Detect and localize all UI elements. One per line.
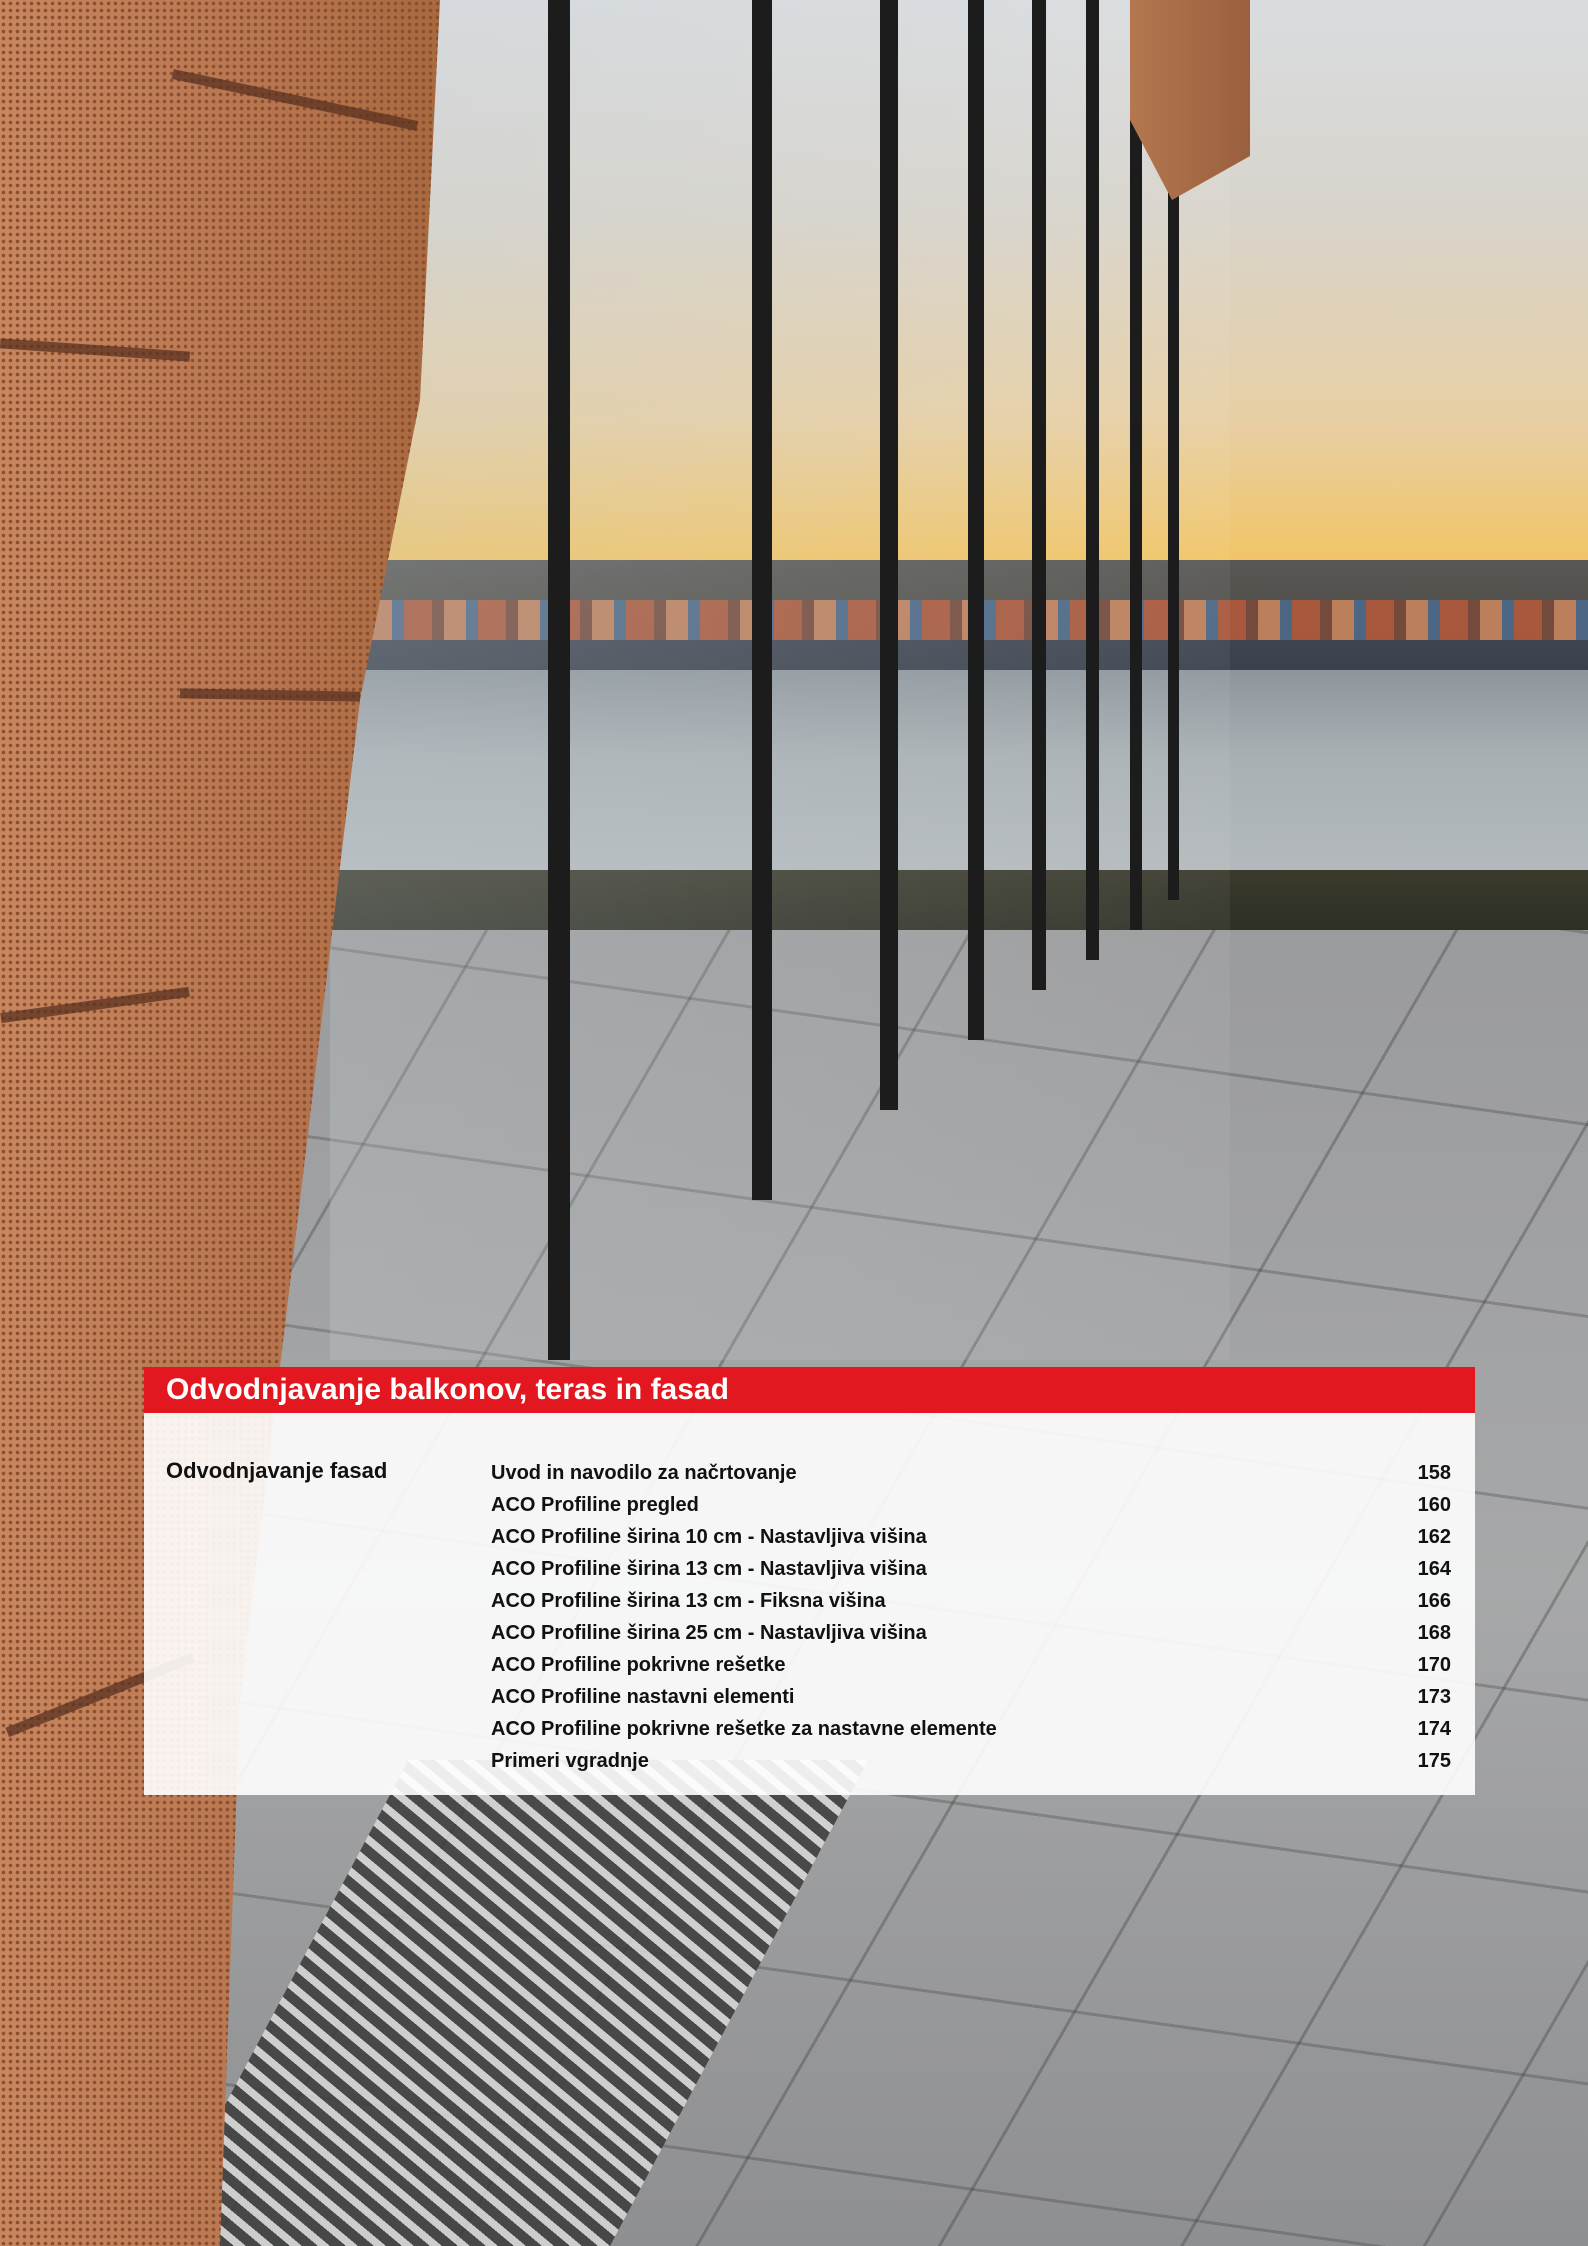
toc-entry-label: ACO Profiline širina 13 cm - Nastavljiva…	[491, 1558, 927, 1580]
section-heading: Odvodnjavanje fasad	[166, 1458, 388, 1483]
toc-entry-label: Uvod in navodilo za načrtovanje	[491, 1462, 797, 1484]
toc-entry: Primeri vgradnje 175	[491, 1745, 1451, 1777]
toc-entry-label: Primeri vgradnje	[491, 1750, 649, 1772]
toc-entry-page: 160	[1417, 1494, 1451, 1516]
toc-entry-page: 174	[1417, 1718, 1451, 1740]
toc-entry: ACO Profiline širina 25 cm - Nastavljiva…	[491, 1617, 1451, 1649]
mullion	[1032, 0, 1046, 990]
toc-entry: ACO Profiline pokrivne rešetke za nastav…	[491, 1713, 1451, 1745]
toc-entry-page: 175	[1417, 1750, 1451, 1772]
toc-entry-label: ACO Profiline nastavni elementi	[491, 1686, 795, 1708]
toc-entry: ACO Profiline pokrivne rešetke 170	[491, 1649, 1451, 1681]
mullion	[880, 0, 898, 1110]
contents-panel: Odvodnjavanje balkonov, teras in fasad O…	[144, 1367, 1475, 1795]
chapter-title: Odvodnjavanje balkonov, teras in fasad	[166, 1373, 729, 1406]
background-photo	[0, 0, 1588, 2246]
toc-entry-page: 166	[1417, 1590, 1451, 1612]
mullion	[548, 0, 570, 1360]
mullion	[752, 0, 772, 1200]
toc-entry-page: 168	[1417, 1622, 1451, 1644]
table-of-contents: Uvod in navodilo za načrtovanje 158 ACO …	[491, 1457, 1451, 1777]
toc-entry-label: ACO Profiline pokrivne rešetke	[491, 1654, 786, 1676]
toc-entry: ACO Profiline pregled 160	[491, 1489, 1451, 1521]
toc-entry: ACO Profiline širina 13 cm - Fiksna viši…	[491, 1585, 1451, 1617]
toc-entry-label: ACO Profiline pokrivne rešetke za nastav…	[491, 1718, 997, 1740]
contents-body: Odvodnjavanje fasad Uvod in navodilo za …	[144, 1413, 1475, 1795]
mullion	[1086, 0, 1099, 960]
toc-entry-label: ACO Profiline širina 10 cm - Nastavljiva…	[491, 1526, 927, 1548]
mullion	[1130, 0, 1142, 930]
toc-entry-label: ACO Profiline pregled	[491, 1494, 699, 1516]
toc-entry-label: ACO Profiline širina 13 cm - Fiksna viši…	[491, 1590, 886, 1612]
toc-entry-page: 158	[1417, 1462, 1451, 1484]
title-bar: Odvodnjavanje balkonov, teras in fasad	[144, 1367, 1475, 1413]
toc-entry: Uvod in navodilo za načrtovanje 158	[491, 1457, 1451, 1489]
toc-entry-page: 164	[1417, 1558, 1451, 1580]
toc-entry: ACO Profiline širina 10 cm - Nastavljiva…	[491, 1521, 1451, 1553]
mullion	[968, 0, 984, 1040]
toc-entry-page: 173	[1417, 1686, 1451, 1708]
toc-entry: ACO Profiline nastavni elementi 173	[491, 1681, 1451, 1713]
toc-entry-page: 170	[1417, 1654, 1451, 1676]
toc-entry-page: 162	[1417, 1526, 1451, 1548]
toc-entry-label: ACO Profiline širina 25 cm - Nastavljiva…	[491, 1622, 927, 1644]
toc-entry: ACO Profiline širina 13 cm - Nastavljiva…	[491, 1553, 1451, 1585]
